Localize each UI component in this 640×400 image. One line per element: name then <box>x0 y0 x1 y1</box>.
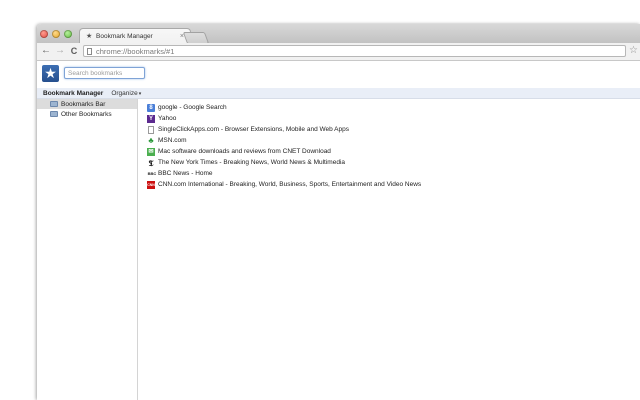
bbc-icon: BBC <box>147 170 157 176</box>
bookmark-row[interactable]: 8 google - Google Search <box>147 102 640 113</box>
bookmark-title: Yahoo <box>158 115 177 122</box>
tree-item-bookmarks-bar[interactable]: Bookmarks Bar <box>37 99 137 109</box>
bookmark-row[interactable]: BBC BBC News - Home <box>147 168 640 179</box>
google-icon: 8 <box>147 103 155 112</box>
bookmark-manager-logo-icon: ★ <box>42 65 59 82</box>
window-controls <box>40 30 72 38</box>
tab-strip: ★ Bookmark Manager × <box>37 24 640 44</box>
cnn-icon: CNN <box>147 180 155 189</box>
bookmark-title: SingleClickApps.com - Browser Extensions… <box>158 126 349 133</box>
bookmark-row[interactable]: ✉ Mac software downloads and reviews fro… <box>147 146 640 157</box>
arrow-left-icon: ← <box>41 45 51 56</box>
arrow-right-icon: → <box>55 45 65 56</box>
reload-button[interactable]: C <box>68 45 80 57</box>
bookmark-row[interactable]: ♣ MSN.com <box>147 135 640 146</box>
folder-icon <box>50 111 58 117</box>
maximize-window-button[interactable] <box>64 30 72 38</box>
address-url: chrome://bookmarks/#1 <box>96 46 175 56</box>
tree-item-label: Bookmarks Bar <box>61 100 106 108</box>
bookmark-title: BBC News - Home <box>158 170 213 177</box>
tab-bookmark-manager[interactable]: ★ Bookmark Manager × <box>79 28 191 44</box>
close-window-button[interactable] <box>40 30 48 38</box>
star-outline-icon: ☆ <box>629 45 638 56</box>
page-icon <box>87 47 92 55</box>
bookmark-manager-header: ★ <box>37 61 640 88</box>
folder-tree: Bookmarks Bar Other Bookmarks <box>37 99 138 400</box>
bookmark-title: MSN.com <box>158 137 187 144</box>
nyt-icon: 𝕿 <box>148 157 154 168</box>
bookmark-row[interactable]: Y Yahoo <box>147 113 640 124</box>
bookmark-title: The New York Times - Breaking News, Worl… <box>158 159 345 166</box>
reload-icon: C <box>70 46 78 56</box>
bookmark-title: CNN.com International - Breaking, World,… <box>158 181 422 188</box>
yahoo-icon: Y <box>147 114 155 123</box>
msn-icon: ♣ <box>148 135 154 145</box>
star-icon: ★ <box>86 33 93 40</box>
tree-item-other-bookmarks[interactable]: Other Bookmarks <box>37 109 137 119</box>
bookmark-title: Mac software downloads and reviews from … <box>158 148 331 155</box>
organize-menu[interactable]: Organize▾ <box>111 90 141 97</box>
bookmark-title: google - Google Search <box>158 104 227 111</box>
bookmark-row[interactable]: SingleClickApps.com - Browser Extensions… <box>147 124 640 135</box>
address-bar[interactable]: chrome://bookmarks/#1 <box>83 45 626 57</box>
browser-window: ★ Bookmark Manager × ← → C chrome://book… <box>37 24 640 400</box>
bookmark-row[interactable]: CNN CNN.com International - Breaking, Wo… <box>147 179 640 190</box>
back-button[interactable]: ← <box>40 45 52 57</box>
search-bookmarks-input[interactable] <box>64 67 145 79</box>
tree-item-label: Other Bookmarks <box>61 110 112 118</box>
tab-title: Bookmark Manager <box>96 33 153 40</box>
cnet-icon: ✉ <box>147 147 155 156</box>
bookmark-list: 8 google - Google Search Y Yahoo SingleC… <box>147 102 640 400</box>
folder-icon <box>50 101 58 107</box>
manager-title: Bookmark Manager <box>43 89 104 97</box>
chevron-down-icon: ▾ <box>138 90 142 97</box>
bookmark-row[interactable]: 𝕿 The New York Times - Breaking News, Wo… <box>147 157 640 168</box>
browser-toolbar: ← → C chrome://bookmarks/#1 ☆ <box>37 43 640 61</box>
manager-menubar: Bookmark Manager Organize▾ <box>37 88 640 99</box>
bookmark-star-button[interactable]: ☆ <box>629 45 638 57</box>
organize-label: Organize <box>111 89 138 97</box>
forward-button[interactable]: → <box>54 45 66 57</box>
minimize-window-button[interactable] <box>52 30 60 38</box>
page-icon <box>148 125 154 134</box>
